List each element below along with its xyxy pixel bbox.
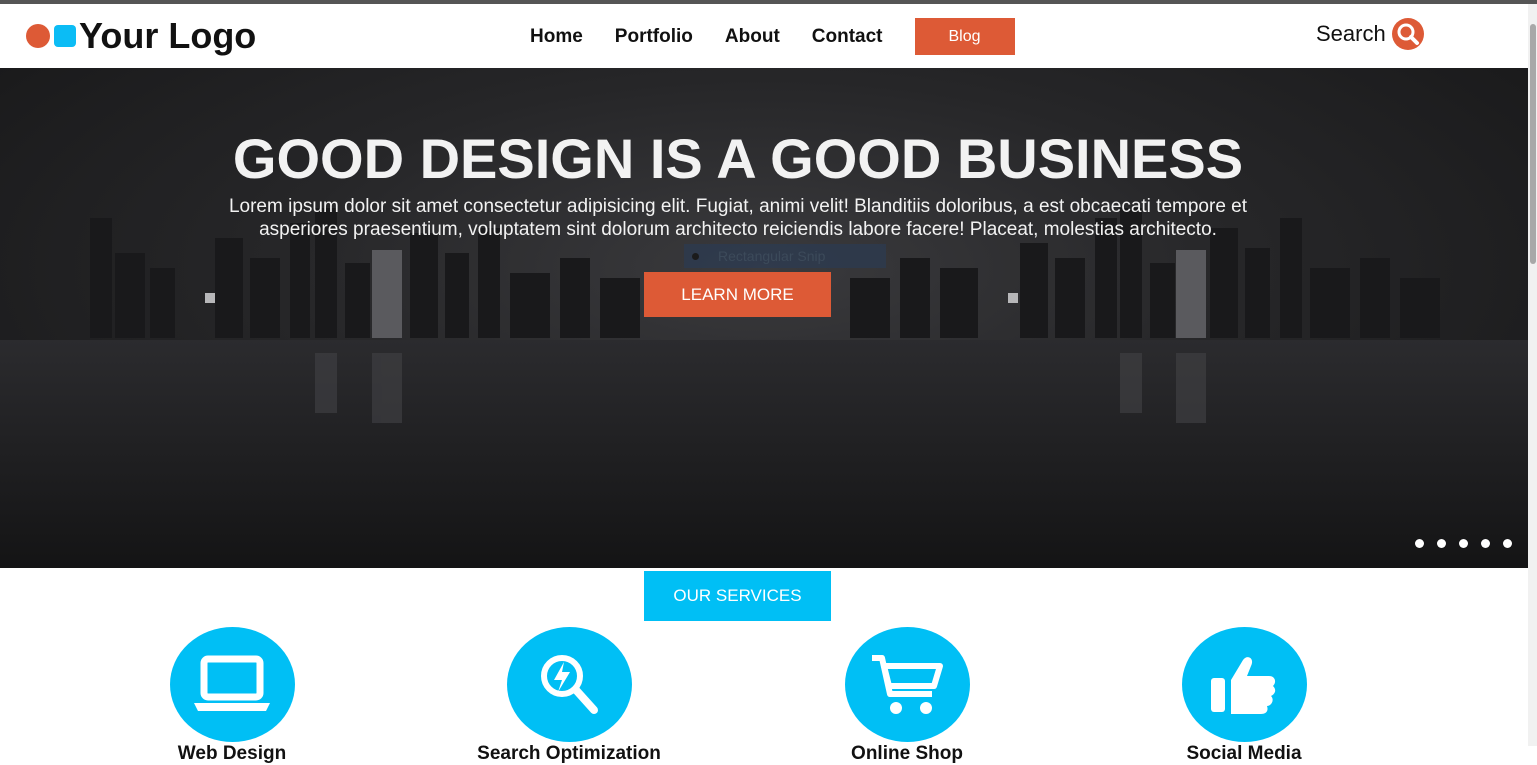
slider-dot-1[interactable] [1415,539,1424,548]
slider-dot-3[interactable] [1459,539,1468,548]
service-search-optimization[interactable]: Search Optimization [449,627,689,764]
service-icon-circle [506,627,632,742]
nav-contact[interactable]: Contact [796,19,899,55]
nav-blog-button[interactable]: Blog [914,18,1015,55]
service-title: Online Shop [851,743,963,764]
service-title: Search Optimization [477,743,661,764]
thumbs-up-icon [1211,656,1276,714]
service-icon-circle [1181,627,1307,742]
slider-dot-5[interactable] [1503,539,1512,548]
nav-home[interactable]: Home [514,19,599,55]
snip-marker-icon [692,252,699,260]
cart-icon [872,654,943,714]
nav-portfolio[interactable]: Portfolio [599,19,709,55]
service-icon-circle [169,627,295,742]
hero-banner: GOOD DESIGN IS A GOOD BUSINESS Lorem ips… [0,68,1528,568]
logo[interactable]: Your Logo [26,14,256,58]
slider-dot-4[interactable] [1481,539,1490,548]
slider-dot-2[interactable] [1437,539,1446,548]
search-bolt-icon [541,654,598,714]
our-services-button[interactable]: OUR SERVICES [644,571,831,621]
service-social-media[interactable]: Social Media [1124,627,1364,764]
service-online-shop[interactable]: Online Shop [787,627,1027,764]
laptop-icon [194,655,270,711]
slider-dots [1415,539,1525,548]
scrollbar-thumb[interactable] [1530,24,1536,264]
rectangular-snip-overlay: Rectangular Snip [684,244,886,268]
nav-about[interactable]: About [709,19,796,55]
logo-circle-icon [26,24,50,48]
page-scrollbar[interactable] [1528,4,1537,746]
search-label: Search [1316,21,1386,46]
search-button[interactable]: Search [1316,18,1424,50]
service-title: Social Media [1186,743,1302,764]
search-icon [1391,18,1424,50]
snip-label: Rectangular Snip [718,248,826,264]
main-nav: Home Portfolio About Contact Blog [514,18,1015,55]
service-icon-circle [844,627,970,742]
learn-more-button[interactable]: LEARN MORE [644,272,831,317]
hero-title: GOOD DESIGN IS A GOOD BUSINESS [232,127,1244,190]
hero-description: Lorem ipsum dolor sit amet consectetur a… [228,196,1248,240]
logo-square-icon [54,25,76,47]
site-header: Your Logo Home Portfolio About Contact B… [0,4,1528,68]
service-web-design[interactable]: Web Design [112,627,352,764]
logo-text: Your Logo [79,15,257,56]
service-title: Web Design [177,743,287,764]
